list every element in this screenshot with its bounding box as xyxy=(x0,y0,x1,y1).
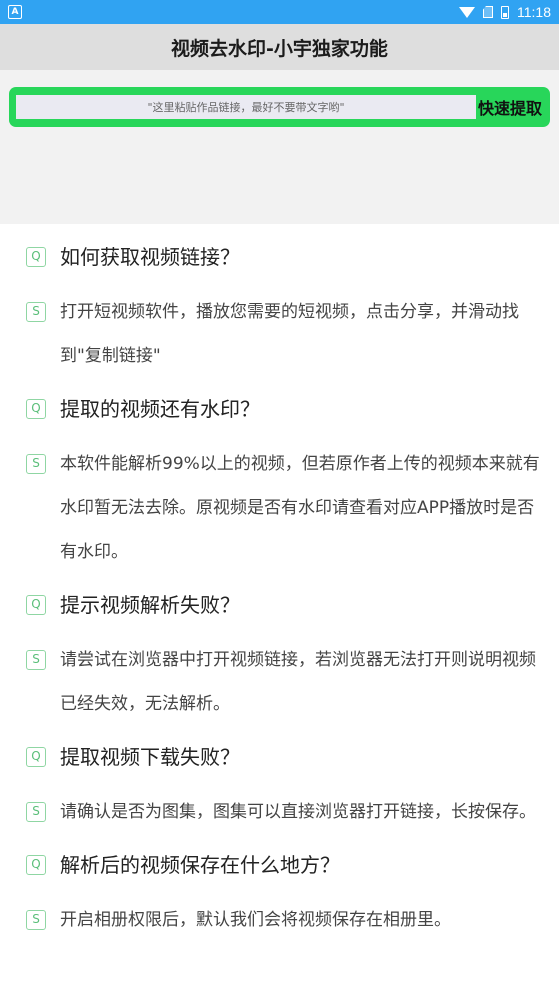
faq-question-row: Q 解析后的视频保存在什么地方？ xyxy=(26,850,559,880)
faq-question: 提取视频下载失败？ xyxy=(60,745,240,769)
app-notification-icon: A xyxy=(8,5,22,19)
status-time: 11:18 xyxy=(517,4,551,20)
status-bar: A 11:18 xyxy=(0,0,559,24)
faq-answer-row: S 开启相册权限后，默认我们会将视频保存在相册里。 xyxy=(26,898,559,942)
title-bar: 视频去水印-小宇独家功能 xyxy=(0,24,559,70)
faq-answer: 开启相册权限后，默认我们会将视频保存在相册里。 xyxy=(60,910,451,930)
status-bar-left: A xyxy=(8,5,22,19)
faq-question-row: Q 提示视频解析失败？ xyxy=(26,590,559,620)
sim-icon xyxy=(483,6,493,18)
link-input-container: 快速提取 xyxy=(9,87,550,127)
faq-answer: 请尝试在浏览器中打开视频链接，若浏览器无法打开则说明视频已经失效，无法解析。 xyxy=(60,650,536,714)
faq-question-row: Q 提取视频下载失败？ xyxy=(26,742,559,772)
status-bar-right: 11:18 xyxy=(459,4,551,20)
faq-question-row: Q 如何获取视频链接？ xyxy=(26,242,559,272)
faq-question: 提示视频解析失败？ xyxy=(60,593,240,617)
link-input-area: 快速提取 xyxy=(0,70,559,224)
faq-list: Q 如何获取视频链接？ S 打开短视频软件，播放您需要的短视频，点击分享，并滑动… xyxy=(0,224,559,942)
faq-answer: 打开短视频软件，播放您需要的短视频，点击分享，并滑动找到"复制链接" xyxy=(60,302,519,366)
wifi-icon xyxy=(459,6,475,18)
question-badge-icon: Q xyxy=(26,595,46,615)
link-input[interactable] xyxy=(16,95,476,119)
faq-answer-row: S 打开短视频软件，播放您需要的短视频，点击分享，并滑动找到"复制链接" xyxy=(26,290,559,378)
faq-answer-row: S 请确认是否为图集，图集可以直接浏览器打开链接，长按保存。 xyxy=(26,790,559,834)
question-badge-icon: Q xyxy=(26,747,46,767)
faq-question: 提取的视频还有水印？ xyxy=(60,397,260,421)
faq-answer-row: S 请尝试在浏览器中打开视频链接，若浏览器无法打开则说明视频已经失效，无法解析。 xyxy=(26,638,559,726)
faq-answer: 请确认是否为图集，图集可以直接浏览器打开链接，长按保存。 xyxy=(60,802,536,822)
question-badge-icon: Q xyxy=(26,399,46,419)
battery-icon xyxy=(501,5,509,19)
faq-question-row: Q 提取的视频还有水印？ xyxy=(26,394,559,424)
faq-answer: 本软件能解析99%以上的视频，但若原作者上传的视频本来就有水印暂无法去除。原视频… xyxy=(60,454,540,562)
faq-question: 如何获取视频链接？ xyxy=(60,245,240,269)
quick-extract-button[interactable]: 快速提取 xyxy=(476,95,544,119)
faq-answer-row: S 本软件能解析99%以上的视频，但若原作者上传的视频本来就有水印暂无法去除。原… xyxy=(26,442,559,574)
question-badge-icon: Q xyxy=(26,247,46,267)
page-title: 视频去水印-小宇独家功能 xyxy=(171,37,388,60)
answer-badge-icon: S xyxy=(26,910,46,930)
faq-item: Q 如何获取视频链接？ S 打开短视频软件，播放您需要的短视频，点击分享，并滑动… xyxy=(26,242,559,378)
answer-badge-icon: S xyxy=(26,454,46,474)
answer-badge-icon: S xyxy=(26,302,46,322)
faq-item: Q 提示视频解析失败？ S 请尝试在浏览器中打开视频链接，若浏览器无法打开则说明… xyxy=(26,590,559,726)
faq-item: Q 解析后的视频保存在什么地方？ S 开启相册权限后，默认我们会将视频保存在相册… xyxy=(26,850,559,942)
faq-question: 解析后的视频保存在什么地方？ xyxy=(60,853,340,877)
answer-badge-icon: S xyxy=(26,650,46,670)
faq-item: Q 提取视频下载失败？ S 请确认是否为图集，图集可以直接浏览器打开链接，长按保… xyxy=(26,742,559,834)
question-badge-icon: Q xyxy=(26,855,46,875)
faq-item: Q 提取的视频还有水印？ S 本软件能解析99%以上的视频，但若原作者上传的视频… xyxy=(26,394,559,574)
answer-badge-icon: S xyxy=(26,802,46,822)
